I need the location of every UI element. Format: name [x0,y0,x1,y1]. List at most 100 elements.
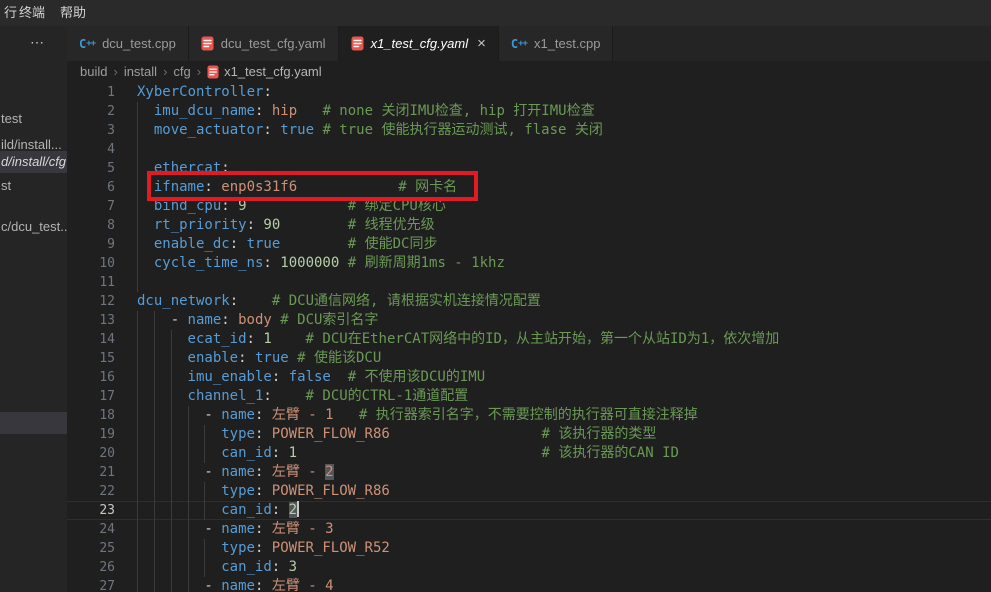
line-number: 9 [67,235,115,254]
code-line[interactable]: 10 cycle_time_ns: 1000000 # 刷新周期1ms - 1k… [67,254,991,273]
code-line[interactable]: 23 can_id: 2 [67,501,991,520]
line-code: type: POWER_FLOW_R52 [137,539,390,558]
code-line[interactable]: 11 [67,273,991,292]
code-token: name [221,521,255,537]
indent-guide [171,330,188,349]
sidebar-item[interactable]: test [0,108,67,130]
code-line[interactable]: 3 move_actuator: true # true 使能执行器运动测试, … [67,121,991,140]
code-token: : [247,217,255,233]
indent-guide [204,482,221,501]
tab-x1_test.cpp[interactable]: C++x1_test.cpp [499,26,614,61]
breadcrumb: build›install›cfg›x1_test_cfg.yaml [80,61,322,82]
code-token: type [221,483,255,499]
code-token: : [272,369,280,385]
code-line[interactable]: 17 channel_1: # DCU的CTRL-1通道配置 [67,387,991,406]
breadcrumb-file[interactable]: x1_test_cfg.yaml [224,64,322,79]
code-line[interactable]: 24 - name: 左臂 - 3 [67,520,991,539]
code-token: false [280,369,331,385]
indent-guide [171,558,188,577]
line-code: - name: body # DCU索引名字 [137,311,378,330]
line-number: 11 [67,273,115,292]
indent-guide [137,577,154,592]
code-line[interactable]: 13 - name: body # DCU索引名字 [67,311,991,330]
code-token: : [230,293,238,309]
close-icon[interactable]: × [477,36,486,51]
indent-guide [137,520,154,539]
tab-dcu_test.cpp[interactable]: C++dcu_test.cpp [67,26,189,61]
indent-guide [188,444,205,463]
vscode-window: 行终端帮助 ⋯ testild/install...d/install/cfgs… [0,0,991,592]
code-line[interactable]: 25 type: POWER_FLOW_R52 [67,539,991,558]
yaml-file-icon [207,65,219,79]
indent-guide [154,577,171,592]
line-number: 3 [67,121,115,140]
code-token: # DCU的CTRL-1通道配置 [272,388,468,404]
code-token: 1 [255,331,272,347]
code-token: POWER_FLOW_R52 [263,540,389,556]
code-line[interactable]: 19 type: POWER_FLOW_R86 # 该执行器的类型 [67,425,991,444]
indent-guide [171,520,188,539]
menu-item-1[interactable]: 终端 [17,0,47,26]
code-token: enable [188,350,239,366]
breadcrumb-item[interactable]: cfg [173,64,190,79]
line-code: - name: 左臂 - 4 [137,577,334,592]
line-code: - name: 左臂 - 3 [137,520,334,539]
line-number: 15 [67,349,115,368]
code-line[interactable]: 2 imu_dcu_name: hip # none 关闭IMU检查, hip … [67,102,991,121]
indent-guide [137,482,154,501]
code-line[interactable]: 8 rt_priority: 90 # 线程优先级 [67,216,991,235]
indent-guide [154,463,171,482]
code-token: # 该执行器的类型 [390,426,657,442]
sidebar-item[interactable]: d/install/cfg [0,151,67,173]
code-line[interactable]: 16 imu_enable: false # 不使用该DCU的IMU [67,368,991,387]
sidebar-item[interactable]: c/dcu_test... [0,216,67,238]
menu-bar: 行终端帮助 [0,0,991,26]
tab-dcu_test_cfg.yaml[interactable]: dcu_test_cfg.yaml [189,26,339,61]
line-code: dcu_network: # DCU通信网络, 请根据实机连接情况配置 [137,292,541,311]
code-line[interactable]: 15 enable: true # 使能该DCU [67,349,991,368]
code-token: channel_1 [188,388,264,404]
line-code: XyberController: [137,83,272,102]
code-line[interactable]: 12dcu_network: # DCU通信网络, 请根据实机连接情况配置 [67,292,991,311]
line-number: 2 [67,102,115,121]
menu-item-2[interactable]: 帮助 [58,0,88,26]
line-code: can_id: 1 # 该执行器的CAN ID [137,444,679,463]
line-code: channel_1: # DCU的CTRL-1通道配置 [137,387,468,406]
code-line[interactable]: 4 [67,140,991,159]
code-line[interactable]: 9 enable_dc: true # 使能DC同步 [67,235,991,254]
code-line[interactable]: 20 can_id: 1 # 该执行器的CAN ID [67,444,991,463]
code-token: : [230,236,238,252]
code-token: : [263,388,271,404]
indent-guide [171,425,188,444]
indent-guide [204,539,221,558]
code-line[interactable]: 21 - name: 左臂 - 2 [67,463,991,482]
indent-guide [137,501,154,520]
code-editor[interactable]: 1XyberController:2 imu_dcu_name: hip # n… [67,83,991,592]
code-token: 2 [289,502,297,518]
yaml-file-icon [201,36,214,51]
chevron-right-icon: › [163,64,167,79]
code-token: 1000000 [272,255,339,271]
code-token: 2 [325,464,333,480]
breadcrumb-item[interactable]: install [124,64,157,79]
code-line[interactable]: 22 type: POWER_FLOW_R86 [67,482,991,501]
sidebar-item[interactable] [0,412,67,434]
code-line[interactable]: 27 - name: 左臂 - 4 [67,577,991,592]
indent-guide [188,463,205,482]
code-line[interactable]: 26 can_id: 3 [67,558,991,577]
tab-x1_test_cfg.yaml[interactable]: x1_test_cfg.yaml× [339,26,499,61]
indent-guide [188,425,205,444]
line-code: move_actuator: true # true 使能执行器运动测试, fl… [137,121,603,140]
sidebar-item[interactable]: st [0,175,67,197]
more-actions-icon[interactable]: ⋯ [30,34,45,51]
breadcrumb-item[interactable]: build [80,64,107,79]
code-token: hip [263,103,297,119]
code-token: 90 [255,217,280,233]
code-line[interactable]: 14 ecat_id: 1 # DCU在EtherCAT网络中的ID，从主站开始… [67,330,991,349]
line-number: 22 [67,482,115,501]
code-line[interactable]: 1XyberController: [67,83,991,102]
code-token: name [188,312,222,328]
line-number: 7 [67,197,115,216]
code-line[interactable]: 18 - name: 左臂 - 1 # 执行器索引名字，不需要控制的执行器可直接… [67,406,991,425]
indent-guide [137,216,154,235]
